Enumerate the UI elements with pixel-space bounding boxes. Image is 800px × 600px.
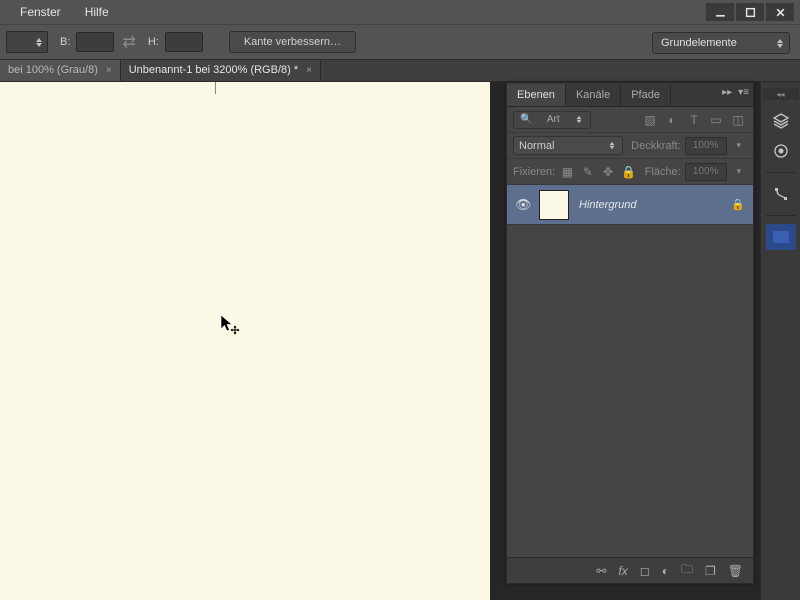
filter-type-dropdown[interactable]: 🔍Art — [513, 111, 591, 129]
height-field[interactable] — [165, 32, 203, 52]
adjustment-layer-icon[interactable]: ◐ — [662, 564, 669, 578]
opacity-field[interactable]: 100% — [685, 137, 727, 155]
lock-icon: 🔒 — [731, 198, 745, 211]
blend-mode-value: Normal — [519, 140, 554, 152]
document-tabbar: bei 100% (Grau/8) × Unbenannt-1 bei 3200… — [0, 60, 800, 82]
layer-filter-row: 🔍Art ▧ ◐ T ▭ ◫ — [507, 107, 753, 133]
lock-all-icon[interactable]: 🔒 — [620, 165, 636, 179]
dock-adjustments-icon[interactable] — [766, 138, 796, 164]
tab-ebenen[interactable]: Ebenen — [507, 84, 566, 106]
workspace-dropdown[interactable]: Grundelemente — [652, 32, 790, 54]
dock-expand-icon[interactable]: ◂◂ — [763, 88, 799, 100]
dock-separator — [766, 172, 796, 173]
lock-pixels-icon[interactable]: ✎ — [580, 165, 596, 179]
options-bar: B: ⇄ H: Kante verbessern… Grundelemente — [0, 24, 800, 60]
opacity-label: Deckkraft: — [631, 140, 681, 152]
filter-pixel-icon[interactable]: ▧ — [641, 113, 659, 127]
lock-transparent-icon[interactable]: ▦ — [559, 165, 575, 179]
maximize-button[interactable] — [736, 3, 764, 21]
filter-smart-icon[interactable]: ◫ — [729, 113, 747, 127]
dock-selected-icon[interactable] — [766, 224, 796, 250]
filter-type-label: Art — [547, 114, 560, 125]
menu-fenster[interactable]: Fenster — [8, 2, 73, 22]
menubar: Fenster Hilfe — [0, 0, 800, 24]
filter-type-icon[interactable]: T — [685, 113, 703, 127]
panel-collapse-icon[interactable]: ▸▸ — [722, 87, 732, 98]
new-layer-icon[interactable]: ❐ — [705, 564, 716, 578]
layer-mask-icon[interactable]: ◻ — [640, 564, 650, 578]
blend-row: Normal Deckkraft: 100% ▾ — [507, 133, 753, 159]
close-icon[interactable]: × — [306, 65, 312, 76]
width-field[interactable] — [76, 32, 114, 52]
tab-title: bei 100% (Grau/8) — [8, 64, 98, 76]
fill-flyout-icon[interactable]: ▾ — [731, 166, 747, 177]
dock-layers-icon[interactable] — [766, 108, 796, 134]
tab-kanaele[interactable]: Kanäle — [566, 84, 621, 106]
workspace-dropdown-label: Grundelemente — [661, 37, 737, 49]
minimize-button[interactable] — [706, 3, 734, 21]
refine-edge-button[interactable]: Kante verbessern… — [229, 31, 356, 53]
document-tab-inactive[interactable]: bei 100% (Grau/8) × — [0, 59, 121, 81]
right-dock: ◂◂ — [760, 82, 800, 600]
fill-label: Fläche: — [645, 166, 681, 178]
window-controls — [704, 3, 794, 21]
blend-mode-dropdown[interactable]: Normal — [513, 136, 623, 155]
panel-tabs: Ebenen Kanäle Pfade ▸▸ ▾≡ — [507, 83, 753, 107]
close-icon[interactable]: × — [106, 65, 112, 76]
layers-panel-footer: ⚯ fx ◻ ◐ 🗀 ❐ 🗑 — [507, 557, 753, 583]
tool-preset-dropdown[interactable] — [6, 31, 48, 53]
dock-separator — [766, 215, 796, 216]
layer-name[interactable]: Hintergrund — [579, 199, 731, 211]
delete-layer-icon[interactable]: 🗑 — [728, 564, 743, 578]
layer-item-hintergrund[interactable]: 👁 Hintergrund 🔒 — [507, 185, 753, 225]
width-label: B: — [60, 36, 70, 48]
swap-dimensions-icon[interactable]: ⇄ — [122, 32, 135, 52]
fill-field[interactable]: 100% — [685, 163, 727, 181]
panel-menu-icon[interactable]: ▾≡ — [738, 87, 749, 98]
layer-thumbnail[interactable] — [539, 190, 569, 220]
dock-paths-icon[interactable] — [766, 181, 796, 207]
lock-row: Fixieren: ▦ ✎ ✥ 🔒 Fläche: 100% ▾ — [507, 159, 753, 185]
canvas[interactable] — [0, 82, 490, 600]
tab-title: Unbenannt-1 bei 3200% (RGB/8) * — [129, 64, 298, 76]
link-layers-icon[interactable]: ⚯ — [596, 564, 606, 578]
filter-shape-icon[interactable]: ▭ — [707, 113, 725, 127]
document-tab-active[interactable]: Unbenannt-1 bei 3200% (RGB/8) * × — [121, 59, 321, 81]
height-label: H: — [148, 36, 159, 48]
menu-hilfe[interactable]: Hilfe — [73, 2, 121, 22]
filter-adjust-icon[interactable]: ◐ — [663, 113, 681, 127]
layer-group-icon[interactable]: 🗀 — [681, 560, 693, 581]
lock-position-icon[interactable]: ✥ — [600, 165, 616, 179]
layer-style-icon[interactable]: fx — [618, 564, 627, 578]
close-button[interactable] — [766, 3, 794, 21]
ruler-guide — [215, 82, 216, 94]
layers-panel: Ebenen Kanäle Pfade ▸▸ ▾≡ 🔍Art ▧ ◐ T ▭ ◫… — [506, 82, 754, 584]
opacity-flyout-icon[interactable]: ▾ — [731, 140, 747, 151]
lock-label: Fixieren: — [513, 166, 555, 178]
visibility-eye-icon[interactable]: 👁 — [515, 197, 531, 213]
tab-pfade[interactable]: Pfade — [621, 84, 671, 106]
